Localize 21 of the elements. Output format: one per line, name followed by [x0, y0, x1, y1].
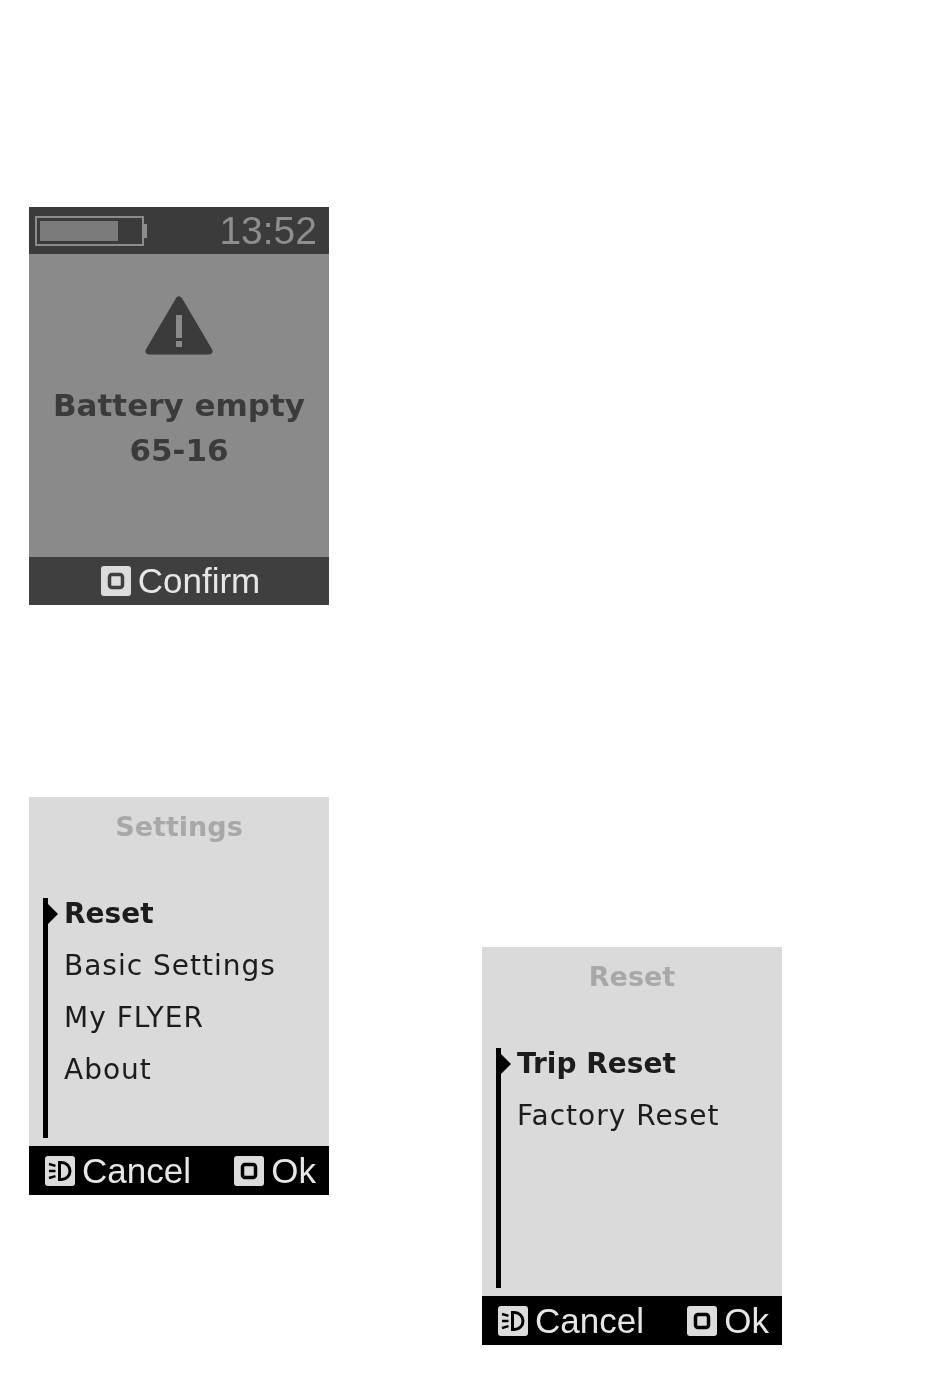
softkey-label: Cancel — [82, 1150, 191, 1191]
square-key-icon — [687, 1305, 718, 1336]
softkey-label: Ok — [271, 1150, 316, 1191]
alert-message: Battery empty — [52, 386, 305, 425]
softkey-label: Confirm — [137, 561, 261, 601]
menu-item[interactable]: Factory Reset — [517, 1100, 720, 1132]
battery-icon — [35, 215, 147, 246]
headlight-key-icon — [498, 1305, 528, 1336]
menu-item[interactable]: About — [64, 1054, 152, 1086]
square-key-icon — [100, 566, 131, 596]
warning-icon — [145, 296, 213, 356]
clock-time: 13:52 — [219, 208, 317, 253]
error-code: 65-16 — [129, 431, 229, 470]
menu-item[interactable]: Basic Settings — [64, 950, 276, 982]
softkey-label: Cancel — [535, 1300, 644, 1341]
headlight-key-icon — [45, 1155, 75, 1186]
menu-item[interactable]: My FLYER — [64, 1002, 204, 1034]
menu-item[interactable]: Reset — [64, 898, 154, 930]
softkey-label: Ok — [724, 1300, 769, 1341]
menu-item[interactable]: Trip Reset — [517, 1048, 676, 1080]
square-key-icon — [234, 1155, 265, 1186]
